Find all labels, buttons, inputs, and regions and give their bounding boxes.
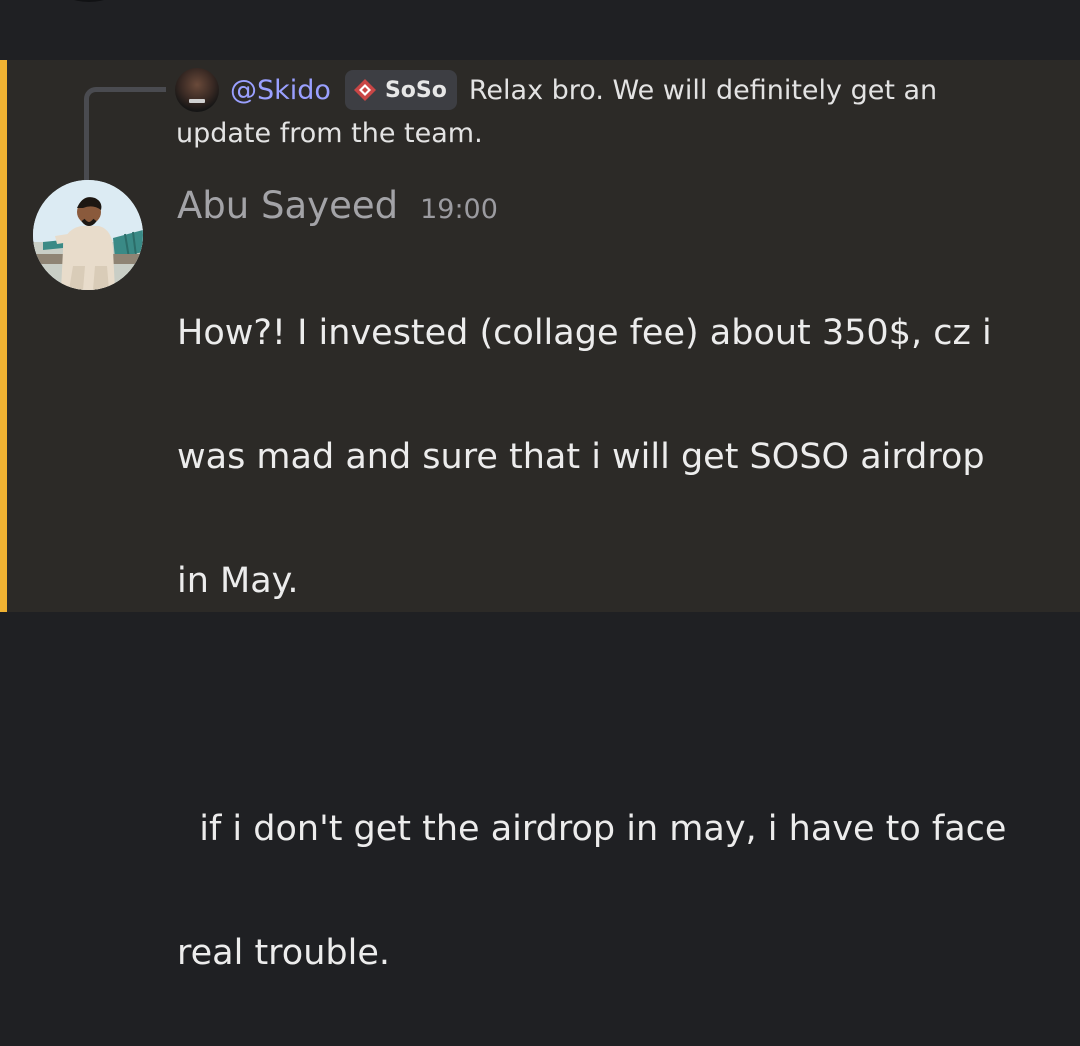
message-timestamp[interactable]: 19:00 [420, 194, 498, 225]
message-content: How?! I invested (collage fee) about 350… [177, 240, 1057, 1046]
author-name[interactable]: Abu Sayeed [177, 184, 398, 227]
author-avatar[interactable] [33, 180, 143, 290]
reply-author-avatar[interactable] [175, 68, 219, 112]
message-line: real trouble. [177, 933, 390, 973]
avatar-logo-tag [189, 99, 205, 103]
reply-text-line2: update from the team. [176, 118, 483, 149]
previous-avatar-edge [58, 0, 120, 2]
reply-text-line1: Relax bro. We will definitely get an [468, 74, 938, 106]
reply-author-name[interactable]: @Skido [230, 75, 331, 106]
avatar-photo [33, 180, 143, 290]
previous-message-area [0, 0, 1080, 60]
role-name: SoSo [384, 77, 447, 103]
reply-preview[interactable]: @Skido SoSo Relax bro. We will definitel… [230, 68, 937, 112]
message-line: if i don't get the airdrop in may, i hav… [177, 809, 1007, 849]
message-line: in May. [177, 561, 299, 601]
message-line-blank [177, 674, 1057, 736]
soso-diamond-icon [353, 78, 377, 102]
mention-highlight-bar [0, 60, 7, 612]
message-header: Abu Sayeed 19:00 [177, 184, 498, 240]
message-line: How?! I invested (collage fee) about 350… [177, 313, 992, 353]
message-line: was mad and sure that i will get SOSO ai… [177, 437, 985, 477]
next-message-area [0, 612, 1080, 626]
highlighted-message[interactable]: @Skido SoSo Relax bro. We will definitel… [0, 60, 1080, 973]
role-badge[interactable]: SoSo [344, 70, 457, 110]
